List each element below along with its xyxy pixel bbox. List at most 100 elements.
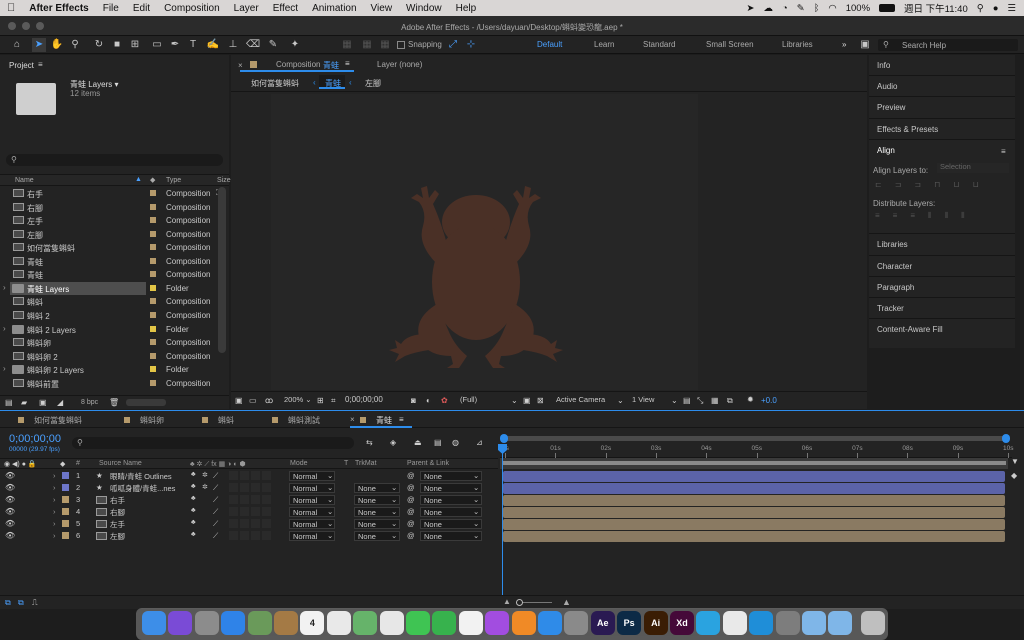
panel-tracker[interactable]: Tracker <box>877 304 904 313</box>
pick-whip-icon[interactable]: @ <box>407 507 415 516</box>
panel-menu-icon[interactable]: ≡ <box>399 415 404 424</box>
comp-button-icon[interactable]: ▼ <box>1011 457 1019 466</box>
label-color-swatch[interactable] <box>150 298 156 305</box>
align-vcenter-icon[interactable]: ⊔ <box>953 180 959 192</box>
always-preview-icon[interactable]: ▣ <box>235 396 243 405</box>
clone-stamp-tool-icon[interactable]: ⊥ <box>226 38 240 52</box>
dock-photoshop-icon[interactable]: Ps <box>617 611 642 635</box>
align-hcenter-icon[interactable]: ⊐ <box>895 180 902 192</box>
panel-character[interactable]: Character <box>877 262 912 271</box>
switch-fx-box[interactable] <box>229 531 238 540</box>
user-icon[interactable]: ● <box>993 3 999 14</box>
layer-duration-bar[interactable] <box>503 519 1005 530</box>
current-time-display[interactable]: 0;00;00;00 <box>9 433 61 445</box>
shy-switch-icon[interactable]: ♣ <box>191 471 196 478</box>
switch-3d-box[interactable] <box>262 519 271 528</box>
label-color-swatch[interactable] <box>150 284 156 291</box>
dock-chrome-icon[interactable] <box>722 611 747 635</box>
project-item[interactable]: 左手 Composition <box>0 214 228 228</box>
layer-label-color[interactable] <box>62 520 69 527</box>
distribute-top-icon[interactable]: ≡ <box>875 211 880 223</box>
menu-layer[interactable]: Layer <box>227 3 266 14</box>
search-help-field[interactable]: ⚲ Search Help <box>878 39 1018 51</box>
layer-tab[interactable]: Layer (none) <box>377 60 422 69</box>
layer-source-name[interactable]: 左腳 <box>110 531 125 542</box>
shy-switch-icon[interactable]: ♣ <box>191 495 196 502</box>
dock-reminders-icon[interactable] <box>326 611 351 635</box>
project-item[interactable]: 蝌蚪前置 Composition <box>0 377 228 391</box>
comp-mini-flowchart-icon[interactable]: ⇆ <box>366 438 373 447</box>
view-layout-select[interactable]: 1 View <box>629 396 675 406</box>
layer-row[interactable]: 👁 › 4 右腳 ♣ ⟋ Normal ⌄ None ⌄ @ None ⌄ <box>0 506 498 518</box>
quality-switch-icon[interactable]: ⟋ <box>213 531 218 541</box>
video-visibility-icon[interactable]: 👁 <box>5 531 15 540</box>
label-column-icon[interactable]: ◆ <box>150 176 155 184</box>
resolution-select[interactable]: (Full) <box>457 396 517 406</box>
layer-row[interactable]: 👁 › 5 左手 ♣ ⟋ Normal ⌄ None ⌄ @ None ⌄ <box>0 518 498 530</box>
type-tool-icon[interactable]: T <box>186 38 200 52</box>
panel-audio[interactable]: Audio <box>877 82 897 91</box>
switch-3d-box[interactable] <box>262 495 271 504</box>
size-column-header[interactable]: Size <box>217 177 231 184</box>
close-tab-icon[interactable]: × <box>350 415 355 424</box>
name-column-header[interactable]: Name <box>15 177 34 184</box>
dock-music-icon[interactable] <box>458 611 483 635</box>
layer-source-name[interactable]: 右手 <box>110 495 125 506</box>
workspace-standard[interactable]: Standard <box>643 40 675 49</box>
label-color-swatch[interactable] <box>150 379 156 386</box>
label-color-swatch[interactable] <box>150 244 156 251</box>
panel-info[interactable]: Info <box>877 61 890 70</box>
switch-adj-box[interactable] <box>251 507 260 516</box>
expand-arrow-icon[interactable]: › <box>53 471 56 480</box>
quality-switch-icon[interactable]: ⟋ <box>213 471 218 481</box>
pick-whip-icon[interactable]: @ <box>407 531 415 540</box>
display-icon[interactable]: ▭ <box>249 396 257 405</box>
panel-menu-icon[interactable]: ≡ <box>38 60 43 69</box>
shy-switch-icon[interactable]: ♣ <box>191 483 196 490</box>
align-right-icon[interactable]: ⊐ <box>914 180 921 192</box>
video-visibility-icon[interactable]: 👁 <box>5 495 15 504</box>
region-icon[interactable]: ▣ <box>523 396 531 405</box>
menu-animation[interactable]: Animation <box>305 3 363 14</box>
panel-menu-icon[interactable]: ≡ <box>345 59 350 68</box>
layer-source-name[interactable]: 右腳 <box>110 507 125 518</box>
chevron-down-icon[interactable]: ⌄ <box>511 396 518 405</box>
distribute-left-icon[interactable]: ⦀ <box>928 211 932 223</box>
snapshot-camera-icon[interactable]: ◙ <box>411 396 416 405</box>
switch-3d-box[interactable] <box>262 507 271 516</box>
breadcrumb-item-active[interactable]: 青蛙 <box>325 78 341 89</box>
dock-messages-icon[interactable] <box>406 611 430 635</box>
label-color-swatch[interactable] <box>150 339 156 346</box>
snapping-checkbox[interactable] <box>397 41 405 49</box>
layer-source-name[interactable]: 呱呱身體/青蛙...nes <box>110 483 175 494</box>
timeline-tab[interactable]: 蝌蚪 <box>218 415 234 426</box>
menu-window[interactable]: Window <box>399 3 449 14</box>
expand-icon[interactable]: ◆ <box>1011 471 1017 480</box>
panel-effects-presets[interactable]: Effects & Presets <box>877 125 938 134</box>
breadcrumb-item[interactable]: 如何當隻蝌蚪 <box>251 78 299 89</box>
label-color-swatch[interactable] <box>150 217 156 224</box>
panel-libraries[interactable]: Libraries <box>877 240 908 249</box>
video-visibility-icon[interactable]: 👁 <box>5 519 15 528</box>
align-panel-menu-icon[interactable]: ≡ <box>1001 147 1006 156</box>
dock-downloads-icon[interactable] <box>828 611 853 635</box>
comp-current-time[interactable]: 0;00;00;00 <box>345 395 383 404</box>
new-composition-icon[interactable]: ▣ <box>39 398 47 407</box>
new-folder-icon[interactable]: ▰ <box>21 398 27 407</box>
timeline-search-input[interactable]: ⚲ <box>72 437 354 449</box>
project-item[interactable]: › 蝌蚪卵 2 Layers Folder <box>0 363 228 377</box>
dock-books-icon[interactable] <box>511 611 536 635</box>
layer-row[interactable]: 👁 › 6 左腳 ♣ ⟋ Normal ⌄ None ⌄ @ None ⌄ <box>0 530 498 542</box>
work-area-bar[interactable] <box>500 434 1010 444</box>
expand-arrow-icon[interactable]: › <box>3 324 6 333</box>
frame-blending-icon[interactable]: ▤ <box>434 438 442 447</box>
layer-row[interactable]: 👁 › 3 右手 ♣ ⟋ Normal ⌄ None ⌄ @ None ⌄ <box>0 494 498 506</box>
chevron-down-icon[interactable]: ⌄ <box>617 396 624 405</box>
collapse-switch-icon[interactable]: ✲ <box>202 471 208 479</box>
label-color-swatch[interactable] <box>150 203 156 210</box>
project-item[interactable]: 蝌蚪卵 2 Composition <box>0 350 228 364</box>
switch-fx-box[interactable] <box>229 519 238 528</box>
menu-file[interactable]: File <box>96 3 126 14</box>
creative-cloud-icon[interactable]: ☁ <box>764 3 774 14</box>
layer-label-color[interactable] <box>62 472 69 479</box>
